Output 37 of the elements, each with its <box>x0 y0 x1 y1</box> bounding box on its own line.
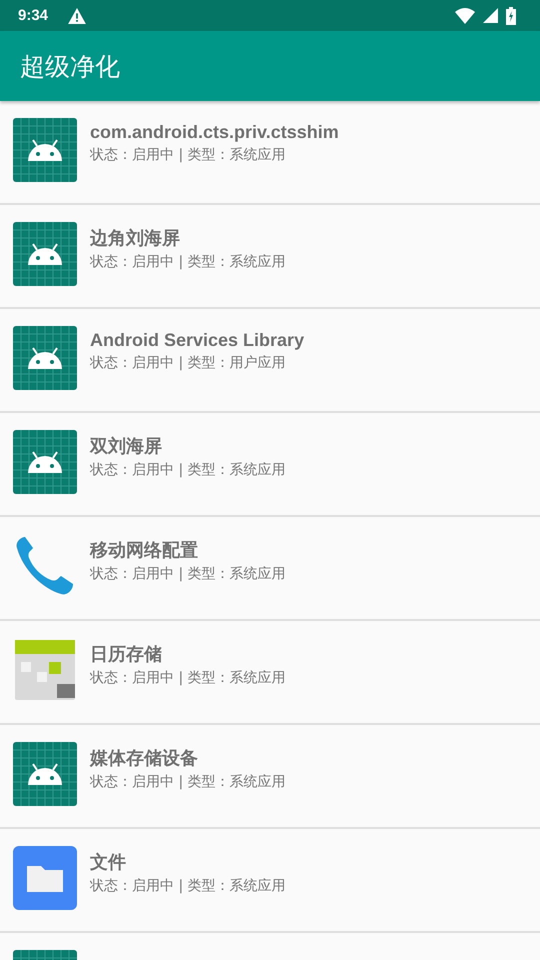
android-icon <box>13 742 77 806</box>
app-list-item[interactable]: 日历存储 状态：启用中 | 类型：系统应用 <box>0 621 540 725</box>
app-name: Android Services Library <box>90 330 304 351</box>
app-status: 状态：启用中 | 类型：系统应用 <box>90 253 286 271</box>
calendar-icon <box>13 638 77 702</box>
app-list-item[interactable]: 媒体存储设备 状态：启用中 | 类型：系统应用 <box>0 725 540 829</box>
folder-icon <box>13 846 77 910</box>
app-list-item[interactable]: 移动网络配置 状态：启用中 | 类型：系统应用 <box>0 517 540 621</box>
android-icon <box>13 430 77 494</box>
battery-icon <box>506 6 516 24</box>
app-status: 状态：启用中 | 类型：系统应用 <box>90 146 287 164</box>
android-icon <box>13 222 77 286</box>
app-title: 超级净化 <box>20 50 120 82</box>
app-list-item[interactable]: Android Services Library 状态：启用中 | 类型：用户应用 <box>0 309 540 413</box>
app-status: 状态：启用中 | 类型：系统应用 <box>90 877 286 895</box>
android-icon <box>13 118 77 182</box>
app-name: 移动网络配置 <box>90 539 199 562</box>
android-icon <box>13 326 77 390</box>
app-status: 状态：启用中 | 类型：系统应用 <box>90 565 286 583</box>
app-status: 状态：启用中 | 类型：系统应用 <box>90 669 286 687</box>
app-status: 状态：启用中 | 类型：系统应用 <box>90 773 286 791</box>
app-name: 双刘海屏 <box>90 435 163 458</box>
app-name: 日历存储 <box>90 643 163 666</box>
app-status: 状态：启用中 | 类型：用户应用 <box>90 354 287 372</box>
app-list-item[interactable]: com.android.cts.priv.ctsshim 状态：启用中 | 类型：系统应用 <box>0 101 540 205</box>
app-status: 状态：启用中 | 类型：系统应用 <box>90 461 286 479</box>
app-name: com.android.cts.priv.ctsshim <box>90 122 339 143</box>
app-name: 媒体存储设备 <box>90 747 199 770</box>
app-list-item[interactable]: 文件 状态：启用中 | 类型：系统应用 <box>0 829 540 933</box>
status-time: 9:34 <box>18 7 48 24</box>
wifi-icon <box>455 8 475 24</box>
app-name: 边角刘海屏 <box>90 227 181 250</box>
app-name: 文件 <box>90 851 127 874</box>
signal-icon <box>483 8 498 23</box>
app-list-item[interactable]: 边角刘海屏 状态：启用中 | 类型：系统应用 <box>0 205 540 309</box>
warning-icon <box>68 8 86 24</box>
app-list-item[interactable]: 双刘海屏 状态：启用中 | 类型：系统应用 <box>0 413 540 517</box>
